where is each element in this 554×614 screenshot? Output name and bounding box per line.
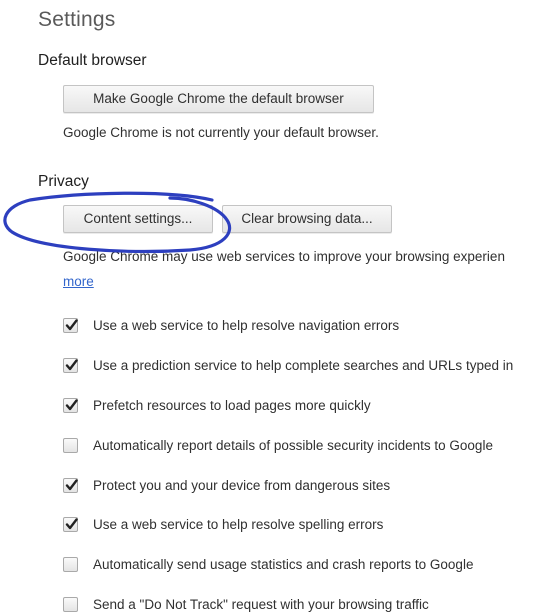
privacy-option-row[interactable]: Protect you and your device from dangero… <box>63 475 390 495</box>
privacy-option-row[interactable]: Automatically report details of possible… <box>63 435 493 455</box>
checkmark-icon <box>65 478 78 490</box>
checkbox-checked[interactable] <box>63 397 78 413</box>
page-title: Settings <box>38 8 116 31</box>
default-browser-heading: Default browser <box>38 52 147 69</box>
privacy-option-label: Prefetch resources to load pages more qu… <box>93 397 371 413</box>
checkmark-icon <box>65 318 78 330</box>
checkmark-icon <box>65 398 78 410</box>
privacy-option-label: Use a web service to help resolve spelli… <box>93 516 384 532</box>
privacy-heading: Privacy <box>38 173 89 190</box>
learn-more-link[interactable]: more <box>63 274 94 289</box>
content-settings-button[interactable]: Content settings... <box>63 205 213 233</box>
checkbox-checked[interactable] <box>63 357 78 373</box>
privacy-option-label: Use a prediction service to help complet… <box>93 357 514 373</box>
clear-browsing-data-button[interactable]: Clear browsing data... <box>222 205 392 233</box>
privacy-option-row[interactable]: Prefetch resources to load pages more qu… <box>63 395 371 415</box>
privacy-option-label: Use a web service to help resolve naviga… <box>93 317 400 333</box>
checkmark-icon <box>65 517 78 529</box>
privacy-description: Google Chrome may use web services to im… <box>63 249 505 264</box>
checkbox-checked[interactable] <box>63 477 78 493</box>
checkbox-unchecked[interactable] <box>63 437 78 453</box>
privacy-option-row[interactable]: Use a prediction service to help complet… <box>63 355 513 375</box>
checkmark-icon <box>65 358 78 370</box>
privacy-option-label: Automatically send usage statistics and … <box>93 556 474 572</box>
checkbox-checked[interactable] <box>63 317 78 333</box>
checkbox-unchecked[interactable] <box>63 556 78 572</box>
privacy-option-label: Protect you and your device from dangero… <box>93 477 391 493</box>
privacy-option-row[interactable]: Automatically send usage statistics and … <box>63 554 473 574</box>
make-default-browser-button[interactable]: Make Google Chrome the default browser <box>63 85 374 113</box>
privacy-option-row[interactable]: Use a web service to help resolve naviga… <box>63 315 399 335</box>
checkbox-checked[interactable] <box>63 516 78 532</box>
checkbox-unchecked[interactable] <box>63 596 78 612</box>
privacy-option-label: Automatically report details of possible… <box>93 437 493 453</box>
privacy-option-label: Send a "Do Not Track" request with your … <box>93 596 429 612</box>
privacy-option-row[interactable]: Send a "Do Not Track" request with your … <box>63 594 429 614</box>
default-browser-status: Google Chrome is not currently your defa… <box>63 125 379 140</box>
privacy-option-row[interactable]: Use a web service to help resolve spelli… <box>63 514 383 534</box>
